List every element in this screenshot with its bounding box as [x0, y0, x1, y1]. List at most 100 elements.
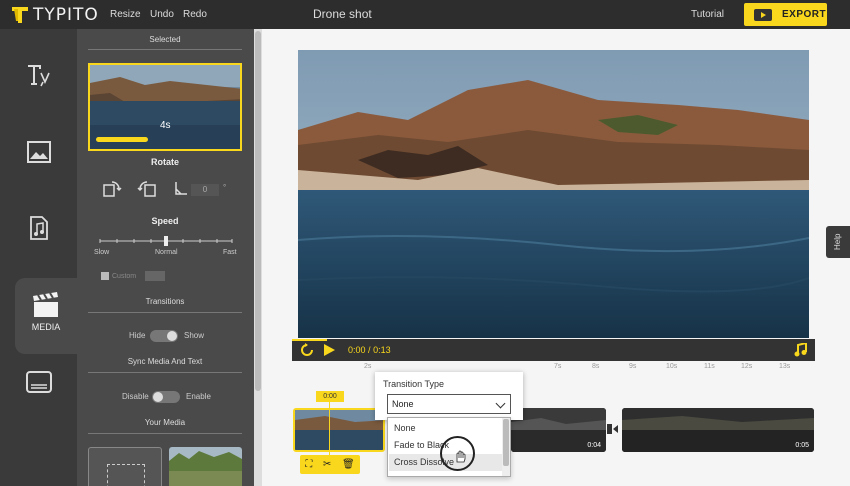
playhead[interactable] [329, 402, 330, 462]
timeline-clip[interactable] [293, 408, 385, 452]
angle-unit: ° [223, 183, 227, 192]
sync-toggle[interactable] [152, 391, 180, 403]
delete-icon[interactable]: 🗑 [342, 459, 355, 470]
divider [88, 372, 242, 373]
selected-title: Selected [149, 35, 181, 44]
disable-label: Disable [122, 392, 149, 401]
ruler-label: 8s [592, 363, 600, 370]
play-icon[interactable] [323, 344, 335, 356]
media-library-item[interactable] [169, 447, 242, 486]
logo-text: TYPITO [33, 5, 99, 25]
playback-progress[interactable] [292, 339, 327, 341]
clip-thumbnail [622, 408, 814, 452]
speed-slider[interactable] [99, 236, 233, 246]
transition-type-popup: Transition Type None [375, 372, 523, 420]
hand-cursor-icon [456, 450, 466, 463]
custom-speed-input[interactable] [145, 271, 165, 281]
music-file-icon [29, 216, 48, 240]
angle-icon [175, 182, 187, 195]
video-frame [298, 50, 809, 338]
panel-scrollbar[interactable] [254, 29, 262, 486]
rail-media-tool[interactable]: MEDIA [15, 278, 77, 354]
transitions-title: Transitions [145, 297, 185, 306]
your-media-title: Your Media [144, 418, 186, 427]
current-time: 0:00 [348, 345, 366, 355]
video-icon [754, 8, 772, 21]
redo-button[interactable]: Redo [183, 9, 207, 20]
rail-subtitle-tool[interactable] [0, 371, 77, 401]
clip-duration: 0:04 [587, 442, 601, 449]
clip-thumbnail [295, 410, 383, 450]
playhead-time[interactable]: 0:00 [316, 391, 344, 402]
typito-logo[interactable]: TYPITO [10, 5, 99, 25]
transition-type-label: Transition Type [383, 379, 445, 389]
clip-duration: 0:05 [795, 442, 809, 449]
selected-clip-thumbnail[interactable]: 4s [88, 63, 242, 151]
music-icon[interactable] [794, 343, 807, 357]
selected-duration: 4s [160, 120, 171, 131]
speed-fast-label: Fast [223, 249, 237, 256]
ruler-label: 13s [779, 363, 791, 370]
divider [88, 49, 242, 50]
left-rail: MEDIA [0, 29, 77, 486]
cut-icon[interactable]: ✂ [323, 459, 331, 470]
show-label: Show [184, 331, 205, 340]
clapperboard-icon [33, 292, 58, 317]
angle-input[interactable]: 0 [191, 184, 219, 196]
rotate-left-icon[interactable] [137, 180, 157, 198]
duration-bar [96, 137, 148, 142]
speed-normal-label: Normal [155, 249, 178, 256]
text-icon [27, 65, 50, 87]
total-time: 0:13 [373, 345, 391, 355]
rotate-right-icon[interactable] [102, 180, 122, 198]
media-thumbnail-image [169, 447, 242, 486]
ruler-label: 10s [666, 363, 678, 370]
timeline-clip[interactable]: 0:04 [511, 408, 606, 452]
export-button[interactable]: EXPORT [744, 3, 827, 26]
undo-button[interactable]: Undo [150, 9, 174, 20]
cursor-highlight [440, 436, 475, 471]
ruler-label: 7s [554, 363, 562, 370]
ruler-label: 2s [364, 363, 372, 370]
rail-audio-tool[interactable] [0, 216, 77, 246]
speed-title: Speed [151, 216, 179, 226]
tutorial-link[interactable]: Tutorial [691, 9, 724, 20]
help-tab[interactable]: Help [826, 226, 850, 258]
chevron-down-icon [495, 398, 506, 409]
sync-title: Sync Media And Text [127, 357, 203, 366]
project-title[interactable]: Drone shot [313, 7, 372, 21]
video-preview[interactable] [298, 50, 809, 338]
media-label: MEDIA [31, 322, 61, 332]
replay-icon[interactable] [300, 343, 314, 357]
divider [88, 433, 242, 434]
transition-option-none[interactable]: None [389, 420, 503, 437]
enable-label: Enable [186, 392, 211, 401]
speed-slow-label: Slow [94, 249, 110, 256]
expand-icon[interactable]: ⛶ [305, 459, 312, 470]
image-icon [26, 141, 51, 163]
timeline-clip[interactable]: 0:05 [622, 408, 814, 452]
clip-toolbar: ⛶ ✂ 🗑 [300, 455, 360, 474]
rail-text-tool[interactable] [0, 63, 77, 93]
subtitle-icon [25, 371, 52, 393]
ruler-label: 11s [704, 363, 715, 370]
transitions-toggle[interactable] [150, 330, 178, 342]
transition-type-select[interactable]: None [387, 394, 511, 414]
ruler-label: 12s [741, 363, 753, 370]
export-label: EXPORT [782, 9, 827, 20]
options-scrollbar[interactable] [502, 418, 510, 476]
time-display: 0:00 / 0:13 [348, 345, 391, 355]
custom-label: Custom [112, 273, 137, 280]
player-controls: 0:00 / 0:13 [292, 339, 815, 361]
hide-label: Hide [129, 331, 146, 340]
resize-button[interactable]: Resize [110, 9, 141, 20]
transition-icon[interactable] [607, 423, 619, 435]
top-bar: TYPITO Resize Undo Redo Drone shot Tutor… [0, 0, 850, 29]
time-separator: / [368, 345, 371, 355]
logo-icon [12, 7, 28, 23]
rail-image-tool[interactable] [0, 141, 77, 171]
custom-checkbox[interactable] [101, 272, 109, 280]
add-media-button[interactable] [88, 447, 162, 486]
divider [88, 312, 242, 313]
transition-selected-value: None [392, 399, 414, 409]
